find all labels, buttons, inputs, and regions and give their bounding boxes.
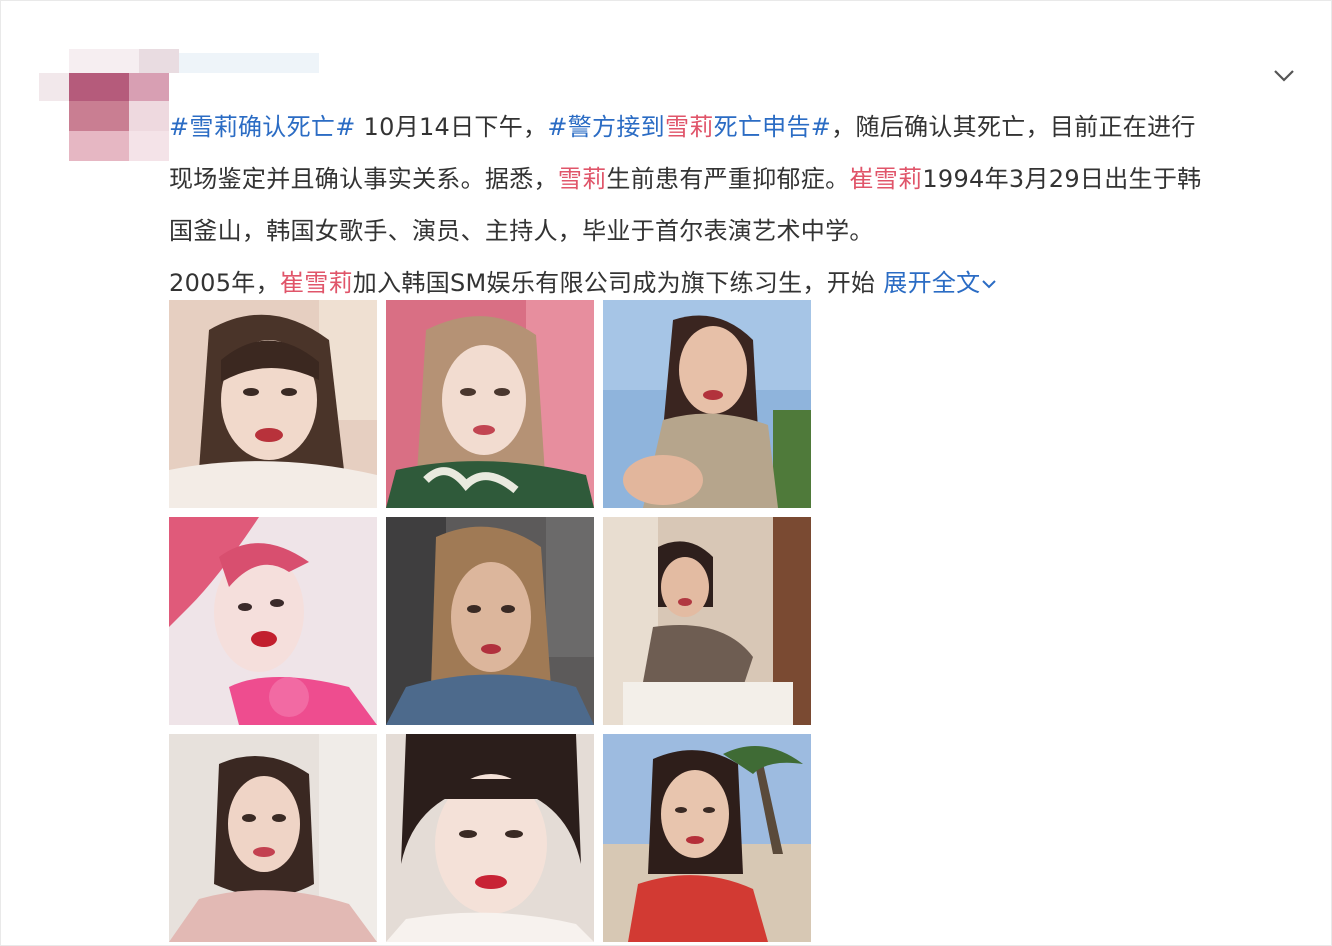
expand-label: 展开全文: [883, 269, 981, 297]
text-span: ，随后确认其死亡，目前正在进行: [831, 113, 1196, 141]
photo-7[interactable]: [169, 734, 377, 942]
expand-full-text-link[interactable]: 展开全文: [883, 269, 998, 297]
text-span: 现场鉴定并且确认事实关系。据悉，: [169, 165, 558, 193]
photo-2[interactable]: [386, 300, 594, 508]
post-line-2: 现场鉴定并且确认事实关系。据悉，雪莉生前患有严重抑郁症。崔雪莉1994年3月29…: [169, 153, 1299, 205]
text-span: 加入韩国SM娱乐有限公司成为旗下练习生，开始: [352, 269, 884, 297]
name-link[interactable]: 雪莉: [665, 113, 714, 141]
post-line-3: 国釜山，韩国女歌手、演员、主持人，毕业于首尔表演艺术中学。: [169, 205, 1299, 257]
photo-grid: [169, 300, 811, 942]
photo-1[interactable]: [169, 300, 377, 508]
photo-4[interactable]: [169, 517, 377, 725]
text-span: 1994年3月29日出生于韩: [922, 165, 1202, 193]
portrait-image: [603, 734, 811, 942]
name-link[interactable]: 雪莉: [558, 165, 607, 193]
text-span: 生前患有严重抑郁症。: [606, 165, 850, 193]
portrait-image: [169, 517, 377, 725]
text-span: 2005年，: [169, 269, 280, 297]
hashtag-part: 死亡申告#: [713, 113, 832, 141]
photo-3[interactable]: [603, 300, 811, 508]
hashtag-link[interactable]: #警方接到雪莉死亡申告#: [547, 113, 831, 141]
photo-5[interactable]: [386, 517, 594, 725]
portrait-image: [169, 300, 377, 508]
chevron-down-icon: [982, 280, 997, 289]
portrait-image: [603, 300, 811, 508]
photo-6[interactable]: [603, 517, 811, 725]
name-link[interactable]: 崔雪莉: [280, 269, 353, 297]
weibo-post-card: #雪莉确认死亡# 10月14日下午，#警方接到雪莉死亡申告#，随后确认其死亡，目…: [0, 0, 1332, 946]
photo-8[interactable]: [386, 734, 594, 942]
portrait-image: [386, 300, 594, 508]
post-menu-button[interactable]: [1269, 61, 1299, 91]
portrait-image: [386, 517, 594, 725]
text-span: 10月14日下午，: [355, 113, 548, 141]
chevron-down-icon: [1274, 70, 1294, 82]
portrait-image: [169, 734, 377, 942]
text-span: 国釜山，韩国女歌手、演员、主持人，毕业于首尔表演艺术中学。: [169, 217, 874, 245]
hashtag-part: #警方接到: [547, 113, 665, 141]
photo-9[interactable]: [603, 734, 811, 942]
portrait-image: [603, 517, 811, 725]
post-body: #雪莉确认死亡# 10月14日下午，#警方接到雪莉死亡申告#，随后确认其死亡，目…: [169, 101, 1299, 309]
hashtag-link[interactable]: #雪莉确认死亡#: [169, 113, 356, 141]
portrait-image: [386, 734, 594, 942]
name-link[interactable]: 崔雪莉: [849, 165, 922, 193]
post-line-1: #雪莉确认死亡# 10月14日下午，#警方接到雪莉死亡申告#，随后确认其死亡，目…: [169, 101, 1299, 153]
